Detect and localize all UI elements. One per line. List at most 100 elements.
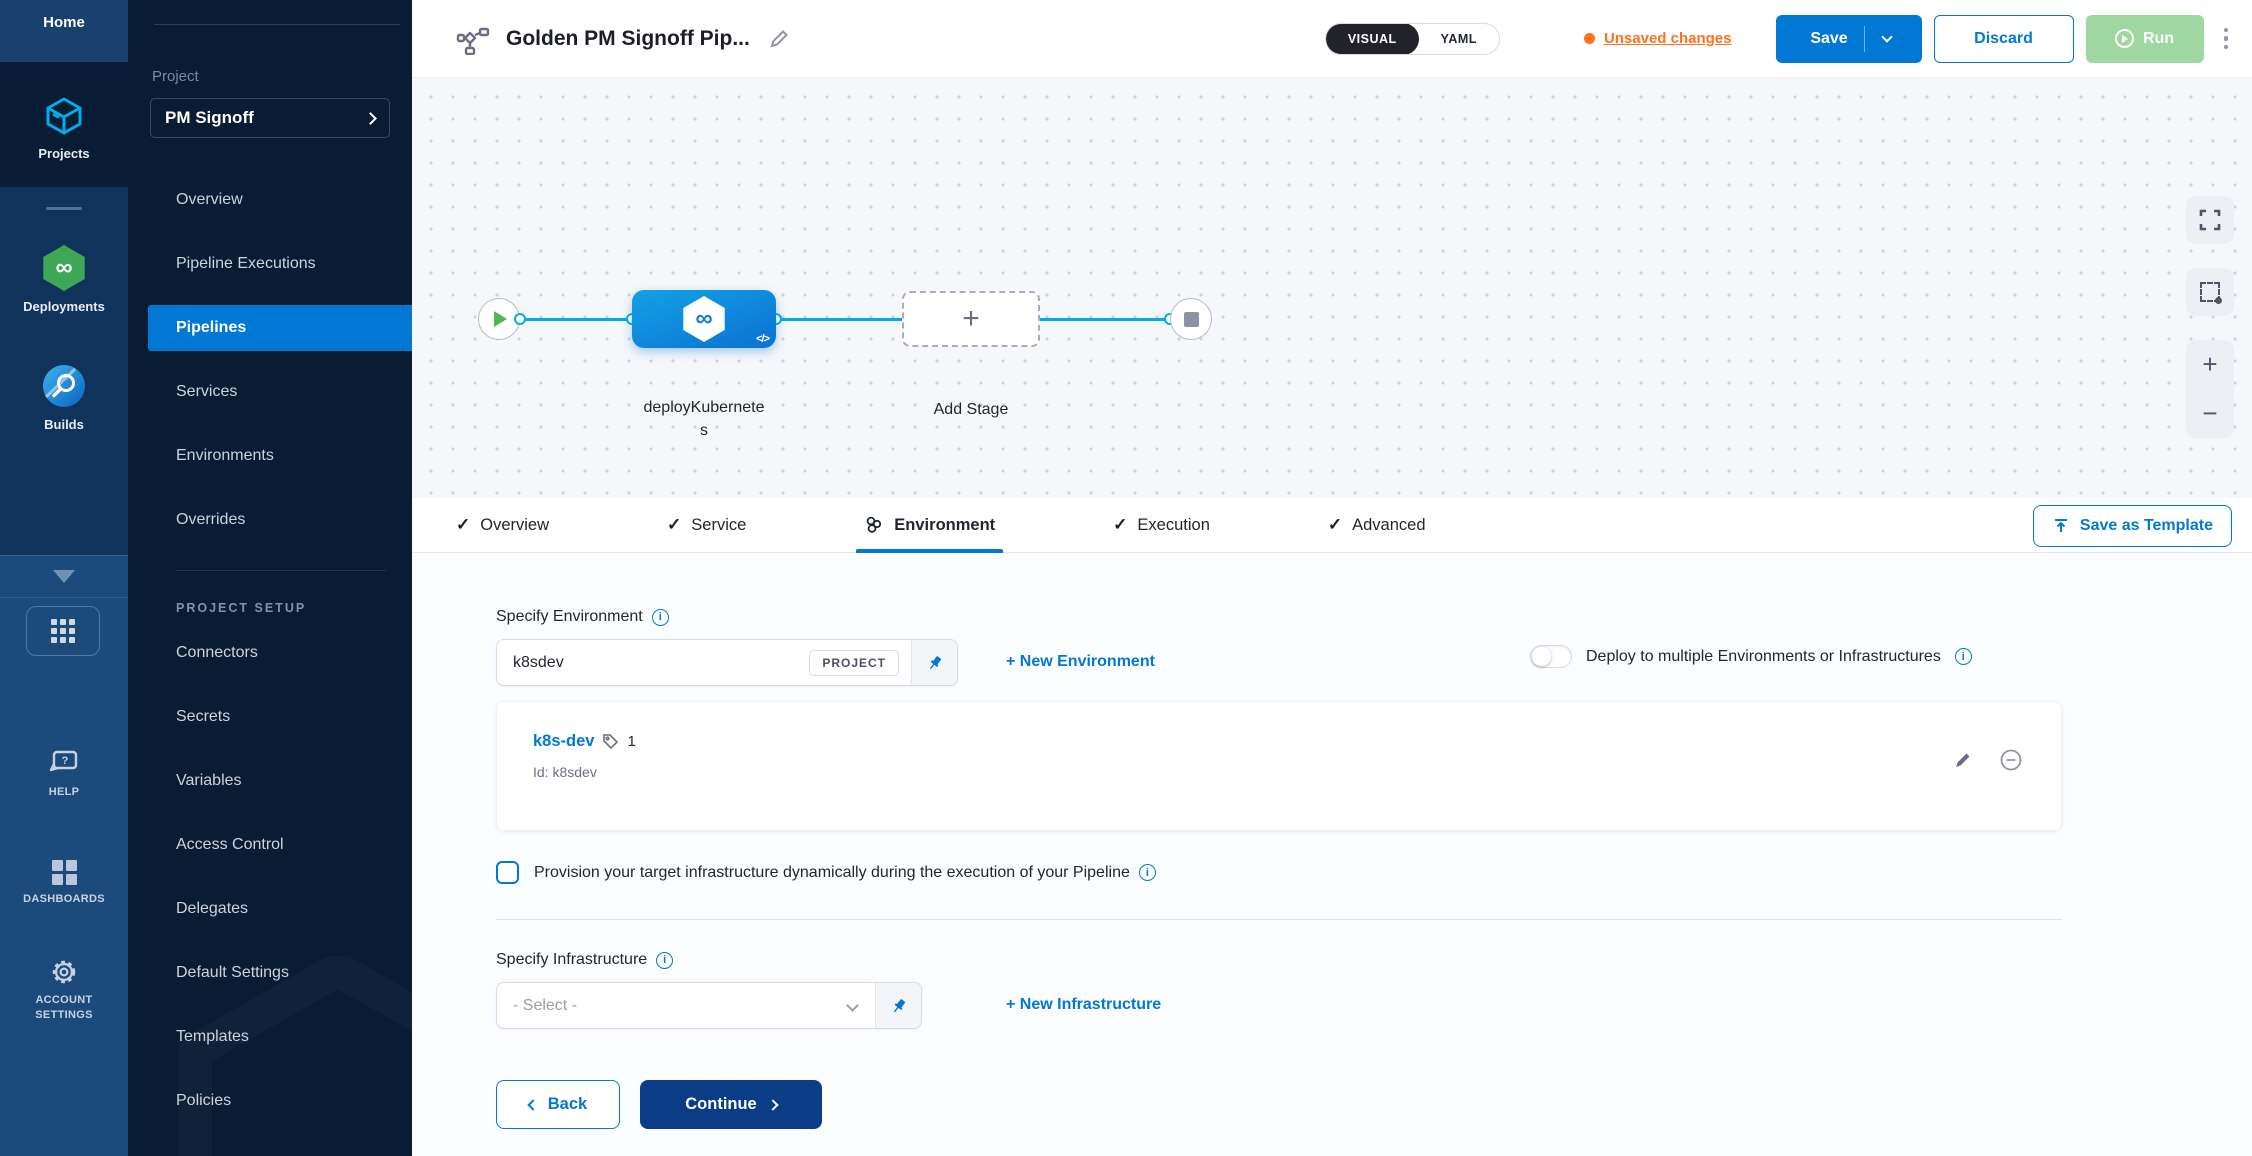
remove-environment-icon[interactable] — [1999, 748, 2023, 772]
rail-item-account-settings[interactable]: ACCOUNTSETTINGS — [0, 958, 128, 1023]
check-icon: ✓ — [667, 515, 681, 535]
sidebar-item-connectors[interactable]: Connectors — [128, 621, 412, 685]
project-section-label: Project — [152, 68, 199, 85]
sidebar-top-divider — [154, 24, 400, 25]
account-settings-label: ACCOUNTSETTINGS — [35, 993, 92, 1023]
new-infrastructure-link[interactable]: + New Infrastructure — [1006, 996, 1161, 1014]
infrastructure-select-control: - Select - — [496, 982, 922, 1029]
rail-item-dashboards[interactable]: DASHBOARDS — [0, 860, 128, 907]
discard-button[interactable]: Discard — [1934, 15, 2074, 63]
zoom-in-button[interactable]: + — [2186, 340, 2234, 389]
sidebar-item-delegates[interactable]: Delegates — [128, 877, 412, 941]
pipeline-flowchart-icon — [456, 23, 490, 55]
unsaved-changes-link[interactable]: Unsaved changes — [1584, 30, 1732, 47]
content-divider — [496, 919, 2062, 920]
deploy-multiple-toggle-row: Deploy to multiple Environments or Infra… — [1530, 645, 1972, 668]
edit-environment-pencil-icon[interactable] — [1953, 750, 1973, 770]
environment-icon — [864, 515, 884, 535]
sidebar-section-divider — [176, 570, 386, 571]
svg-text:?: ? — [62, 755, 69, 767]
environment-input[interactable] — [513, 654, 799, 672]
sidebar-item-overview[interactable]: Overview — [128, 168, 412, 232]
sidebar-item-pipeline-executions[interactable]: Pipeline Executions — [128, 232, 412, 296]
rail-item-projects[interactable]: Projects — [0, 62, 128, 187]
pin-environment-button[interactable] — [911, 640, 957, 685]
info-icon[interactable]: i — [656, 952, 673, 969]
projects-cube-icon — [42, 94, 86, 138]
sidebar-item-policies[interactable]: Policies — [128, 1069, 412, 1133]
tab-execution[interactable]: ✓ Execution — [1113, 498, 1210, 553]
check-icon: ✓ — [1113, 515, 1127, 535]
sidebar-item-templates[interactable]: Templates — [128, 1005, 412, 1069]
project-sidebar: Project PM Signoff Overview Pipeline Exe… — [128, 0, 412, 1156]
sidebar-item-environments[interactable]: Environments — [128, 424, 412, 488]
stage-code-icon: </> — [756, 333, 769, 345]
toggle-yaml[interactable]: YAML — [1419, 23, 1499, 55]
deploy-multiple-label: Deploy to multiple Environments or Infra… — [1586, 648, 1941, 666]
pipeline-end-node[interactable] — [1170, 298, 1212, 340]
start-play-icon — [494, 311, 507, 327]
add-stage-node[interactable]: + — [902, 291, 1040, 347]
edge-addstage-to-end — [1040, 318, 1170, 321]
home-label: Home — [43, 14, 85, 62]
environment-select-control: PROJECT — [496, 639, 958, 686]
edge-start-to-stage — [520, 318, 632, 321]
save-label: Save — [1788, 30, 1863, 48]
sidebar-item-secrets[interactable]: Secrets — [128, 685, 412, 749]
canvas-select-button[interactable] — [2186, 268, 2234, 316]
header-kebab-menu[interactable] — [2218, 22, 2235, 56]
collapse-triangle-icon — [53, 570, 75, 583]
canvas-fullscreen-button[interactable] — [2186, 196, 2234, 244]
continue-button[interactable]: Continue — [640, 1080, 822, 1129]
sidebar-item-pipelines[interactable]: Pipelines — [148, 305, 412, 351]
toggle-visual[interactable]: VISUAL — [1326, 23, 1419, 55]
help-label: HELP — [49, 785, 80, 800]
stage-node-deploy-kubernetes[interactable]: ∞ </> — [632, 290, 776, 348]
pushpin-icon — [926, 654, 944, 672]
rail-item-home[interactable]: Home — [0, 0, 128, 62]
chevron-down-icon — [846, 999, 859, 1012]
info-icon[interactable]: i — [1139, 864, 1156, 881]
infrastructure-select[interactable]: - Select - — [497, 983, 875, 1028]
pipeline-header: Golden PM Signoff Pip... VISUAL YAML Uns… — [412, 0, 2252, 78]
tab-environment[interactable]: Environment — [864, 498, 995, 553]
sidebar-item-default-settings[interactable]: Default Settings — [128, 941, 412, 1005]
rail-modules-section: ∞ Deployments Builds — [0, 187, 128, 555]
tab-overview[interactable]: ✓ Overview — [456, 498, 549, 553]
deployments-cd-icon: ∞ — [41, 245, 87, 291]
rail-collapse-button[interactable] — [0, 555, 128, 598]
project-selector[interactable]: PM Signoff — [150, 98, 390, 138]
info-icon[interactable]: i — [652, 609, 669, 626]
provision-checkbox[interactable] — [496, 861, 519, 884]
pin-infrastructure-button[interactable] — [875, 983, 921, 1028]
sidebar-item-overrides[interactable]: Overrides — [128, 488, 412, 552]
sidebar-item-access-control[interactable]: Access Control — [128, 813, 412, 877]
rail-item-help[interactable]: ? HELP — [0, 750, 128, 800]
environment-card: k8s-dev 1 Id: k8sdev — [496, 701, 2062, 831]
edit-title-pencil-icon[interactable] — [768, 28, 790, 50]
info-icon[interactable]: i — [1955, 648, 1972, 665]
pipeline-canvas[interactable]: ∞ </> deployKubernetes + Add Stage + — [412, 78, 2252, 498]
save-dropdown-button[interactable] — [1865, 36, 1909, 41]
zoom-out-button[interactable]: − — [2186, 389, 2234, 438]
marquee-select-icon — [2200, 282, 2220, 302]
add-stage-label: Add Stage — [891, 398, 1051, 421]
run-button[interactable]: Run — [2086, 15, 2204, 63]
module-selector-button[interactable] — [26, 606, 100, 656]
sidebar-item-variables[interactable]: Variables — [128, 749, 412, 813]
tab-service[interactable]: ✓ Service — [667, 498, 746, 553]
main-area: Golden PM Signoff Pip... VISUAL YAML Uns… — [412, 0, 2252, 1156]
deploy-multiple-toggle[interactable] — [1530, 645, 1572, 668]
save-split-button[interactable]: Save — [1776, 15, 1922, 63]
save-as-template-button[interactable]: Save as Template — [2033, 505, 2232, 547]
rail-item-deployments[interactable]: ∞ Deployments — [0, 245, 128, 314]
visual-yaml-toggle: VISUAL YAML — [1325, 23, 1500, 55]
dashboards-icon — [52, 860, 77, 885]
dashboards-label: DASHBOARDS — [23, 892, 105, 907]
rail-item-builds[interactable]: Builds — [0, 363, 128, 432]
sidebar-item-services[interactable]: Services — [128, 360, 412, 424]
back-button[interactable]: Back — [496, 1080, 620, 1129]
new-environment-link[interactable]: + New Environment — [1006, 653, 1155, 671]
tab-advanced[interactable]: ✓ Advanced — [1328, 498, 1426, 553]
environment-card-name-link[interactable]: k8s-dev — [533, 732, 594, 751]
